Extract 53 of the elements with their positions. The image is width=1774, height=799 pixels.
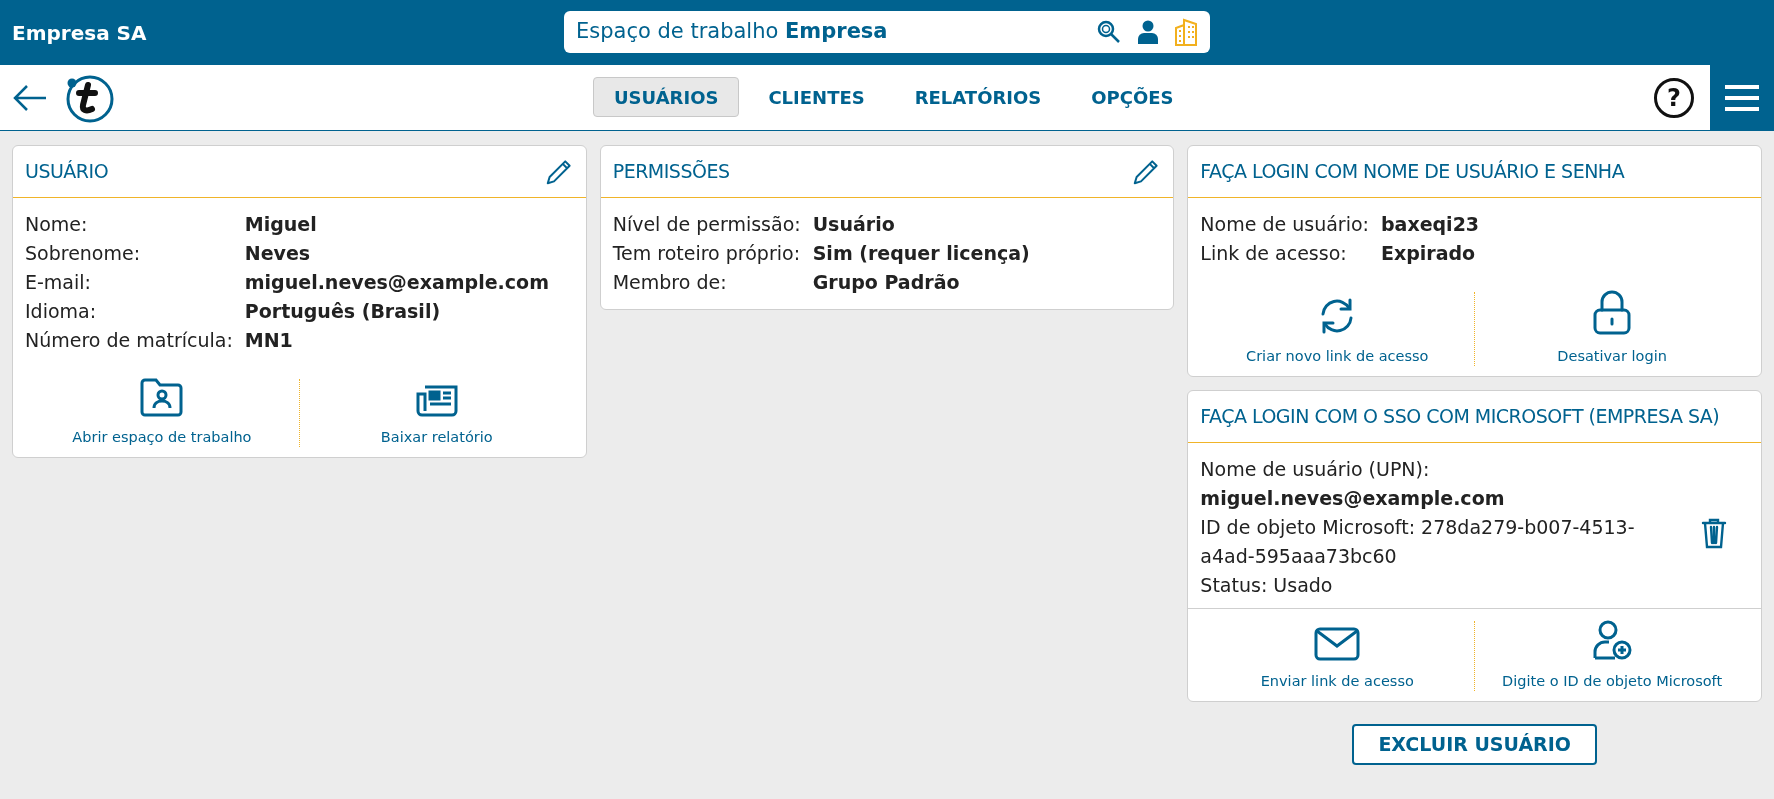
field-value: Sim (requer licença) <box>812 241 1031 266</box>
workspace-field[interactable]: Espaço de trabalho Empresa <box>564 11 1210 53</box>
field-label: Idioma: <box>25 299 98 324</box>
nav-tab[interactable]: OPÇÕES <box>1070 77 1195 117</box>
add-user-icon <box>1592 618 1633 661</box>
field-label: Tem roteiro próprio: <box>612 241 801 266</box>
action-link[interactable]: Abrir espaço de trabalho <box>72 427 252 449</box>
field-value: Expirado <box>1380 241 1477 266</box>
card-title: PERMISSÕES <box>612 159 730 185</box>
action-link[interactable]: Baixar relatório <box>380 427 493 449</box>
info-text: Status: Usado <box>1200 572 1334 598</box>
action-link[interactable]: Criar novo link de acesso <box>1246 346 1429 368</box>
user-icon[interactable] <box>1138 20 1158 44</box>
nav-tab[interactable]: RELATÓRIOS <box>893 77 1063 117</box>
nav-tab[interactable]: USUÁRIOS <box>593 77 740 117</box>
field-label: Sobrenome: <box>25 241 142 266</box>
field-value: MN1 <box>244 328 294 353</box>
lock-icon <box>1592 290 1633 336</box>
nav-tab[interactable]: CLIENTES <box>747 77 886 117</box>
menu-button[interactable] <box>1710 64 1774 131</box>
action-link[interactable]: Desativar login <box>1557 346 1667 368</box>
field-label: Número de matrícula: <box>25 328 233 353</box>
field-label: Membro de: <box>612 270 728 295</box>
info-text: miguel.neves@example.com <box>1200 485 1506 511</box>
delete-user-button[interactable]: EXCLUIR USUÁRIO <box>1352 723 1597 765</box>
newspaper-icon <box>415 385 458 417</box>
field-value: Português (Brasil) <box>244 299 442 324</box>
field-label: Nível de permissão: <box>612 212 801 237</box>
field-value: Grupo Padrão <box>812 270 961 295</box>
action-link[interactable]: Digite o ID de objeto Microsoft <box>1502 670 1723 693</box>
trash-icon[interactable] <box>1701 516 1727 549</box>
field-value: Neves <box>244 241 312 266</box>
field-label: E-mail: <box>25 270 92 295</box>
help-button[interactable]: ? <box>1654 77 1694 118</box>
workspace-label: Espaço de trabalho Empresa <box>576 18 889 46</box>
field-value: miguel.neves@example.com <box>244 270 550 295</box>
field-label: Link de acesso: <box>1200 241 1348 266</box>
card-title: FAÇA LOGIN COM NOME DE USUÁRIO E SENHA <box>1200 159 1625 185</box>
company-name: Empresa SA <box>12 19 147 47</box>
info-text: Nome de usuário (UPN): <box>1200 456 1431 482</box>
folder-user-icon <box>138 377 185 417</box>
field-value: Miguel <box>244 212 318 237</box>
search-icon[interactable] <box>1096 19 1122 45</box>
back-arrow-icon[interactable] <box>12 82 48 113</box>
field-label: Nome: <box>25 212 89 237</box>
action-link[interactable]: Enviar link de acesso <box>1260 670 1414 693</box>
envelope-icon <box>1314 626 1361 661</box>
field-value: baxeqi23 <box>1380 212 1481 237</box>
card-title: USUÁRIO <box>25 159 109 185</box>
field-value: Usuário <box>812 212 896 237</box>
field-label: Nome de usuário: <box>1200 212 1369 237</box>
card-title: FAÇA LOGIN COM O SSO COM MICROSOFT (EMPRESA SA) <box>1200 404 1720 429</box>
info-text: ID de objeto Microsoft: 278da279-b007-4513-a4ad-595aaa73bc60 <box>1200 514 1636 569</box>
